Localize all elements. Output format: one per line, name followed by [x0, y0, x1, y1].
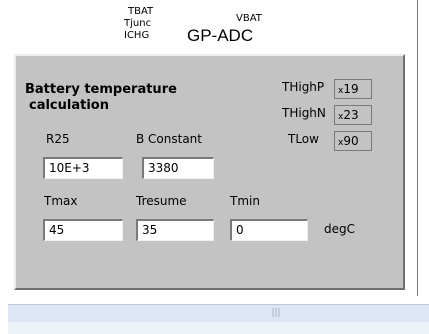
panel-title-line2: calculation: [29, 98, 109, 113]
tbat-label: TBAT: [128, 6, 154, 17]
unit-label: degC: [324, 222, 355, 236]
right-divider: [417, 0, 418, 296]
battery-temperature-panel: Battery temperature calculation R25 10E+…: [14, 54, 405, 290]
thighp-number: 19: [343, 82, 359, 96]
b-constant-field[interactable]: 3380: [142, 157, 214, 179]
tmin-field[interactable]: 0: [230, 219, 308, 241]
vbat-label: VBAT: [236, 13, 262, 24]
tmax-label: Tmax: [44, 194, 78, 208]
tlow-number: 90: [343, 134, 359, 148]
thighp-value: x19: [334, 79, 372, 99]
thighn-value: x23: [334, 105, 372, 125]
horizontal-scrollbar[interactable]: [8, 304, 429, 323]
tresume-label: Tresume: [136, 194, 187, 208]
tlow-label: TLow: [288, 132, 319, 146]
b-constant-label: B Constant: [136, 132, 202, 146]
tresume-field[interactable]: 35: [136, 219, 214, 241]
tjunc-label: Tjunc: [124, 18, 152, 29]
tlow-value: x90: [334, 131, 372, 151]
r25-field[interactable]: 10E+3: [43, 157, 123, 179]
r25-label: R25: [46, 132, 70, 146]
ichg-label: ICHG: [124, 30, 150, 41]
scrollbar-thumb-grip[interactable]: |||: [265, 308, 287, 318]
gp-adc-title: GP-ADC: [187, 26, 254, 45]
thighn-number: 23: [343, 108, 359, 122]
tmin-label: Tmin: [230, 194, 260, 208]
scrollbar-track-bottom: [8, 322, 429, 334]
panel-title-line1: Battery temperature: [25, 82, 177, 97]
thighn-label: THighN: [282, 106, 326, 120]
tmax-field[interactable]: 45: [43, 219, 123, 241]
thighp-label: THighP: [282, 80, 325, 94]
